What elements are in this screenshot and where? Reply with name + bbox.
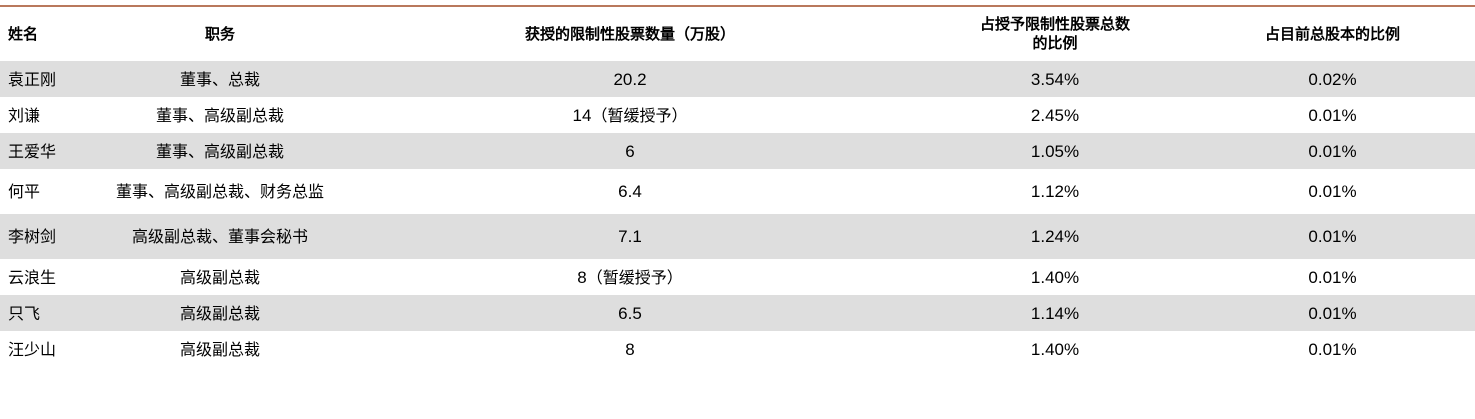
cell-name: 汪少山 (8, 339, 57, 359)
cell-position: 高级副总裁 (179, 339, 260, 359)
cell-position: 董事、高级副总裁 (155, 105, 284, 125)
cell-name: 只飞 (8, 303, 41, 323)
table-row: 何平 董事、高级副总裁、财务总监 6.4 1.12% 0.01% (0, 169, 1475, 214)
cell-pct-total: 0.01% (1308, 227, 1357, 246)
cell-shares: 20.2 (613, 69, 647, 89)
table-row: 只飞 高级副总裁 6.5 1.14% 0.01% (0, 295, 1475, 331)
table-row: 刘谦 董事、高级副总裁 14（暂缓授予） 2.45% 0.01% (0, 97, 1475, 133)
table-row: 李树剑 高级副总裁、董事会秘书 7.1 1.24% 0.01% (0, 214, 1475, 259)
cell-position: 高级副总裁、董事会秘书 (131, 227, 308, 246)
cell-shares: 6 (625, 141, 635, 161)
header-pct-total: 占目前总股本的比例 (1264, 24, 1400, 43)
cell-position: 高级副总裁 (179, 303, 260, 323)
table-row: 汪少山 高级副总裁 8 1.40% 0.01% (0, 331, 1475, 367)
cell-shares: 8（暂缓授予） (577, 267, 683, 287)
cell-pct-grant: 3.54% (1030, 69, 1080, 89)
cell-name: 何平 (8, 182, 41, 201)
cell-pct-grant: 2.45% (1030, 105, 1080, 125)
cell-pct-grant: 1.24% (1030, 227, 1080, 246)
header-position: 职务 (204, 24, 235, 43)
cell-shares: 14（暂缓授予） (572, 105, 688, 125)
cell-pct-total: 0.01% (1308, 303, 1357, 323)
cell-position: 董事、高级副总裁 (155, 141, 284, 161)
header-pct-grant-line1: 占授予限制性股票总数 (979, 15, 1130, 33)
cell-pct-total: 0.01% (1308, 105, 1357, 125)
cell-name: 王爱华 (8, 141, 57, 161)
cell-name: 李树剑 (8, 227, 57, 246)
cell-pct-total: 0.02% (1308, 69, 1357, 89)
cell-shares: 6.4 (618, 182, 642, 201)
cell-pct-grant: 1.14% (1030, 303, 1080, 323)
cell-pct-grant: 1.40% (1030, 339, 1080, 359)
table-row: 王爱华 董事、高级副总裁 6 1.05% 0.01% (0, 133, 1475, 169)
cell-pct-total: 0.01% (1308, 141, 1357, 161)
cell-shares: 8 (625, 339, 635, 359)
header-pct-grant-line2: 的比例 (1032, 34, 1078, 52)
cell-name: 袁正刚 (8, 69, 57, 89)
cell-name: 刘谦 (8, 105, 41, 125)
table-row: 云浪生 高级副总裁 8（暂缓授予） 1.40% 0.01% (0, 259, 1475, 295)
cell-pct-grant: 1.05% (1030, 141, 1080, 161)
grant-table: 姓名 职务 获授的限制性股票数量（万股） 占授予限制性股票总数 的比例 占目前总股… (0, 7, 1475, 367)
cell-shares: 6.5 (618, 303, 642, 323)
table-row: 袁正刚 董事、总裁 20.2 3.54% 0.02% (0, 61, 1475, 97)
cell-pct-total: 0.01% (1308, 267, 1357, 287)
cell-pct-grant: 1.12% (1030, 182, 1080, 201)
cell-pct-total: 0.01% (1308, 182, 1357, 201)
cell-name: 云浪生 (8, 267, 57, 287)
cell-position: 高级副总裁 (179, 267, 260, 287)
cell-pct-grant: 1.40% (1030, 267, 1080, 287)
cell-position: 董事、高级副总裁、财务总监 (115, 182, 324, 201)
cell-shares: 7.1 (618, 227, 642, 246)
header-shares: 获授的限制性股票数量（万股） (524, 24, 735, 43)
header-name: 姓名 (8, 24, 39, 43)
header-row: 姓名 职务 获授的限制性股票数量（万股） 占授予限制性股票总数 的比例 占目前总股… (0, 7, 1475, 61)
header-pct-grant: 占授予限制性股票总数 的比例 (920, 7, 1190, 61)
cell-pct-total: 0.01% (1308, 339, 1357, 359)
cell-position: 董事、总裁 (179, 69, 260, 89)
